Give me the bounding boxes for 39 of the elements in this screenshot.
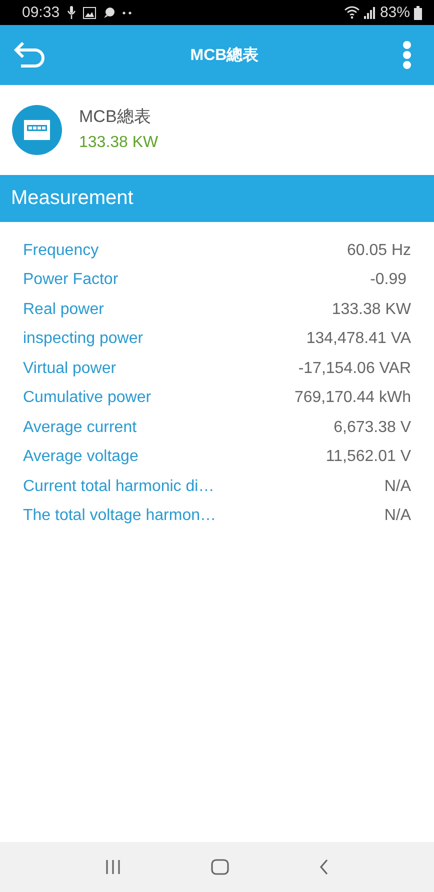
signal-icon bbox=[364, 6, 376, 18]
measurement-label: Power Factor bbox=[23, 271, 118, 290]
measurement-label: Current total harmonic di… bbox=[23, 478, 214, 496]
measurement-value: N/A bbox=[384, 478, 411, 496]
chat-bubble-icon bbox=[102, 6, 115, 18]
measurement-value: 133.38 KW bbox=[332, 300, 411, 319]
section-title: Measurement bbox=[11, 187, 134, 210]
measurement-value: 11,562.01 V bbox=[326, 448, 411, 466]
app-title: MCB總表 bbox=[190, 46, 259, 66]
measurement-label: The total voltage harmon… bbox=[23, 507, 216, 526]
measurement-value: -17,154.06 VAR bbox=[298, 360, 411, 378]
back-nav-icon[interactable] bbox=[319, 859, 329, 875]
measurement-label: Average current bbox=[23, 418, 137, 437]
battery-icon bbox=[414, 6, 422, 20]
measurement-value: 60.05 Hz bbox=[346, 242, 411, 260]
image-icon bbox=[82, 6, 96, 18]
home-icon[interactable] bbox=[211, 859, 229, 875]
measurement-value: 134,478.41 VA bbox=[306, 330, 411, 348]
measurement-label: Average voltage bbox=[23, 448, 138, 466]
status-time: 09:33 bbox=[22, 4, 60, 21]
battery-percent: 83% bbox=[380, 4, 410, 21]
device-reading: 133.38 KW bbox=[79, 134, 158, 152]
wifi-icon bbox=[344, 6, 360, 19]
microphone-icon bbox=[66, 6, 76, 19]
measurement-label: Real power bbox=[23, 300, 104, 319]
measurement-label: inspecting power bbox=[23, 330, 144, 348]
recent-apps-icon[interactable] bbox=[105, 860, 121, 874]
more-options-icon[interactable] bbox=[402, 41, 412, 69]
measurement-value: -0.99 bbox=[370, 271, 408, 290]
meter-icon bbox=[12, 105, 62, 155]
measurement-value: 6,673.38 V bbox=[334, 418, 411, 437]
measurement-value: N/A bbox=[384, 507, 411, 526]
more-notifications-icon bbox=[122, 10, 132, 14]
measurement-value: 769,170.44 kWh bbox=[294, 389, 411, 408]
measurement-label: Frequency bbox=[23, 242, 99, 260]
device-name: MCB總表 bbox=[79, 106, 152, 128]
measurement-label: Virtual power bbox=[23, 360, 116, 378]
measurement-label: Cumulative power bbox=[23, 389, 152, 408]
back-icon[interactable] bbox=[13, 42, 47, 68]
